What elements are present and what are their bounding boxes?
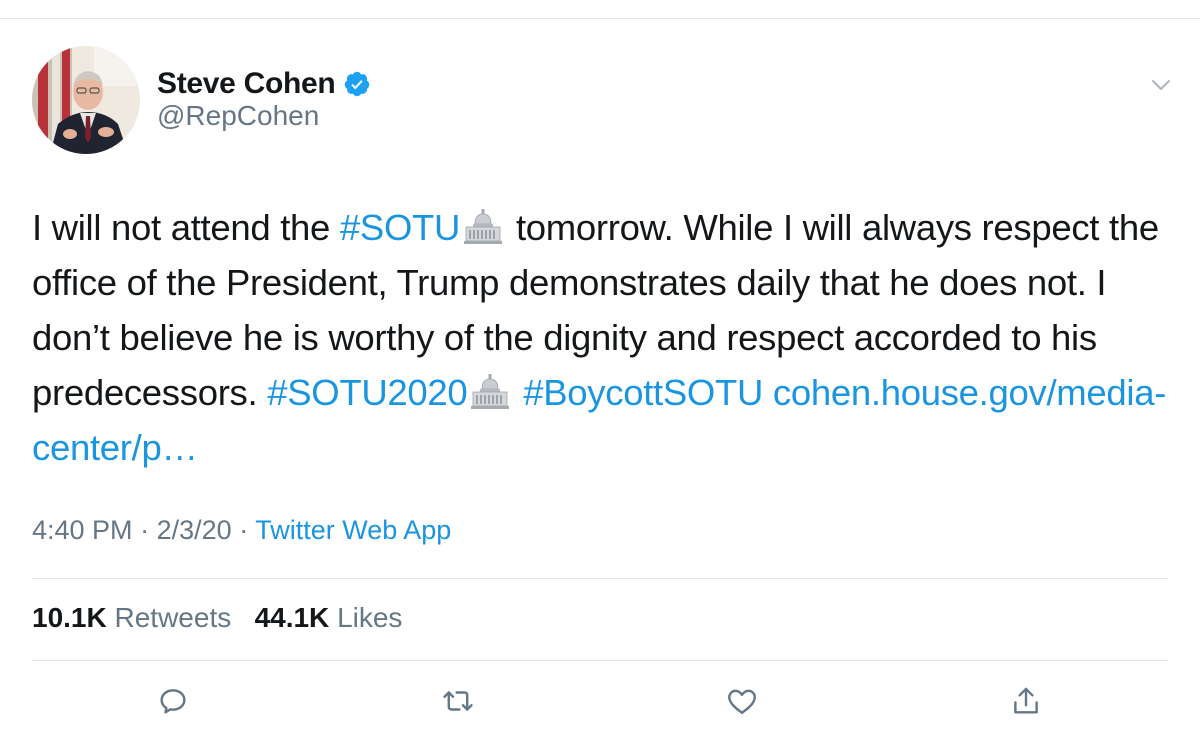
retweet-button[interactable] xyxy=(440,683,476,719)
capitol-building-icon xyxy=(464,205,503,244)
verified-badge-icon xyxy=(345,71,370,97)
author-handle[interactable]: @RepCohen xyxy=(157,100,319,132)
likes-label: Likes xyxy=(337,602,403,633)
hashtag-link[interactable]: #BoycottSOTU xyxy=(523,372,763,413)
share-button[interactable] xyxy=(1008,683,1044,719)
tweet-text-segment: I will not attend the xyxy=(32,207,340,248)
tweet-text-segment xyxy=(513,372,523,413)
tweet-text: I will not attend the #SOTU tomorrow. Wh… xyxy=(32,200,1182,475)
meta-separator: · xyxy=(140,515,150,545)
hashtag-link[interactable]: #SOTU xyxy=(340,207,461,248)
tweet-time[interactable]: 4:40 PM xyxy=(32,515,133,545)
like-button[interactable] xyxy=(724,683,760,719)
capitol-building-icon xyxy=(471,370,510,409)
engagement-stats: 10.1K Retweets 44.1K Likes xyxy=(32,602,402,634)
share-icon xyxy=(1014,687,1038,714)
retweets-label: Retweets xyxy=(114,602,232,633)
divider xyxy=(32,660,1168,661)
tweet-meta: 4:40 PM · 2/3/20 · Twitter Web App xyxy=(32,515,451,546)
chevron-down-icon[interactable] xyxy=(1146,70,1176,100)
tweet-source-link[interactable]: Twitter Web App xyxy=(255,515,451,545)
reply-button[interactable] xyxy=(155,683,191,719)
retweets-stat[interactable]: 10.1K Retweets xyxy=(32,602,231,633)
like-icon xyxy=(728,689,756,714)
display-name[interactable]: Steve Cohen xyxy=(157,67,336,101)
tweet-text-segment xyxy=(763,372,773,413)
hashtag-link[interactable]: #SOTU2020 xyxy=(267,372,468,413)
avatar-image xyxy=(32,46,140,154)
retweet-icon xyxy=(443,691,473,711)
tweet-date[interactable]: 2/3/20 xyxy=(157,515,232,545)
avatar[interactable] xyxy=(32,46,140,154)
likes-count: 44.1K xyxy=(254,602,330,633)
retweets-count: 10.1K xyxy=(32,602,107,633)
likes-stat[interactable]: 44.1K Likes xyxy=(255,602,403,633)
top-divider xyxy=(0,18,1200,19)
reply-icon xyxy=(160,689,186,714)
divider xyxy=(32,578,1168,579)
meta-separator: · xyxy=(239,515,249,545)
